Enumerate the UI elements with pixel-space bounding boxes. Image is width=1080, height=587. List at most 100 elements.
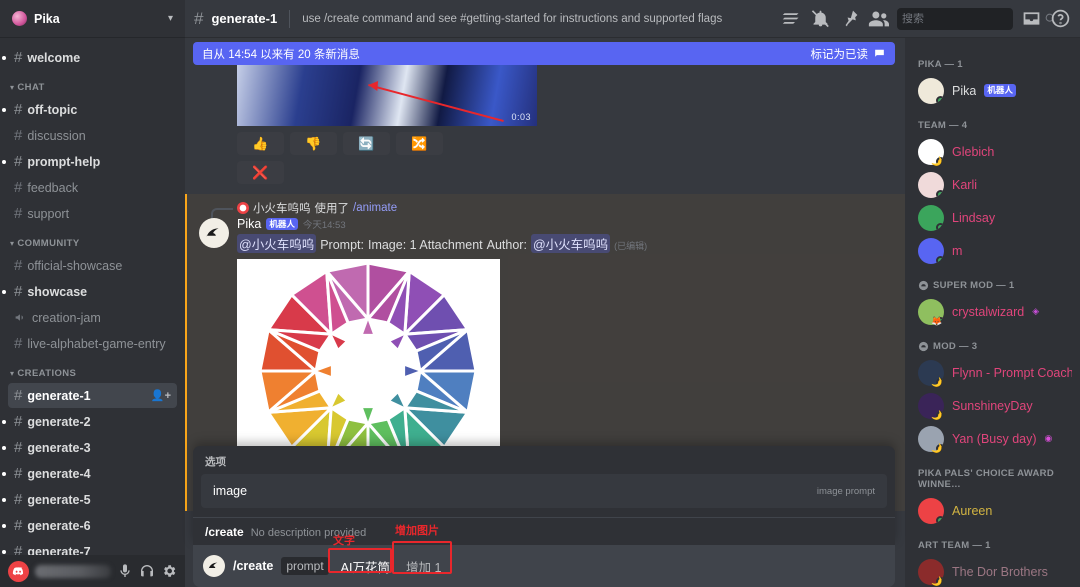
previous-attachment-preview[interactable]: 0:03 — [237, 64, 537, 126]
user-avatar[interactable] — [8, 560, 29, 582]
new-messages-banner[interactable]: 自从 14:54 以来有 20 条新消息 标记为已读 — [193, 42, 895, 65]
member-row[interactable]: 🌙 Yan (Busy day) ◉ — [905, 422, 1080, 455]
reply-command-link[interactable]: /animate — [353, 202, 397, 214]
gear-icon[interactable] — [161, 563, 177, 579]
member-group-header: MOD — 3 — [905, 328, 1080, 356]
server-header[interactable]: Pika ▾ — [0, 0, 185, 38]
member-row[interactable]: Aureen — [905, 494, 1080, 527]
sidebar-item-discussion[interactable]: # discussion — [8, 123, 177, 148]
popup-option-label: image — [213, 484, 248, 498]
channel-label: generate-3 — [27, 440, 91, 455]
microphone-icon[interactable] — [117, 563, 133, 579]
reaction-delete[interactable]: ❌ — [237, 161, 284, 184]
search-box[interactable] — [897, 7, 1056, 30]
sidebar-item-generate-2[interactable]: # generate-2 — [2, 409, 177, 434]
reaction-shuffle-emoji: 🔀 — [411, 135, 428, 151]
image-attachment-value[interactable]: 增加 1 — [402, 555, 445, 578]
members-icon[interactable] — [868, 8, 889, 29]
avatar — [918, 204, 944, 231]
sidebar-item-creation-jam[interactable]: creation-jam — [8, 305, 177, 330]
sidebar-item-official-showcase[interactable]: # official-showcase — [8, 253, 177, 278]
sidebar-item-showcase[interactable]: # showcase — [2, 279, 177, 304]
hash-icon: # — [14, 49, 23, 66]
sidebar-item-live-alphabet-game-entry[interactable]: # live-alphabet-game-entry — [8, 331, 177, 356]
category-chat[interactable]: ▾ CHAT — [0, 71, 185, 96]
unread-dot — [2, 107, 6, 112]
member-status-emoji: 🌙 — [931, 576, 943, 586]
sidebar-item-feedback[interactable]: # feedback — [8, 175, 177, 200]
mark-as-read-button[interactable]: 标记为已读 — [811, 46, 887, 62]
image-label: Image: 1 Attachment — [367, 238, 483, 252]
category-creations[interactable]: ▾ CREATIONS — [0, 357, 185, 382]
category-community[interactable]: ▾ COMMUNITY — [0, 227, 185, 252]
channel-label: welcome — [27, 50, 81, 65]
inbox-icon[interactable] — [1021, 8, 1042, 29]
member-row[interactable]: 🌙 Glebich — [905, 135, 1080, 168]
member-row[interactable]: 🌙 The Dor Brothers — [905, 555, 1080, 587]
popup-option-image[interactable]: image image prompt — [201, 474, 887, 508]
member-row[interactable]: 🦊 crystalwizard ◈ — [905, 295, 1080, 328]
user-mention[interactable]: @小火车呜呜 — [237, 234, 317, 253]
sidebar-item-generate-1[interactable]: # generate-1 👤+ — [8, 383, 177, 408]
channel-label: creation-jam — [32, 310, 101, 325]
hash-icon: # — [14, 543, 23, 555]
reaction-retry[interactable]: 🔄 — [343, 132, 390, 155]
member-row[interactable]: Karli — [905, 168, 1080, 201]
help-icon[interactable] — [1050, 8, 1071, 29]
member-name: Aureen — [952, 503, 993, 518]
popup-command-description: No description provided — [250, 527, 367, 539]
server-name: Pika — [34, 11, 60, 26]
sidebar-item-support[interactable]: # support — [8, 201, 177, 226]
member-row[interactable]: Lindsay — [905, 201, 1080, 234]
hash-icon: # — [14, 387, 23, 404]
member-row[interactable]: 🌙 SunshineyDay — [905, 389, 1080, 422]
reaction-thumbs-up[interactable]: 👍 — [237, 132, 284, 155]
member-badge-icon: ◉ — [1044, 433, 1053, 443]
author-mention[interactable]: @小火车呜呜 — [530, 234, 611, 253]
add-member-icon[interactable]: 👤+ — [151, 389, 171, 402]
hash-icon: # — [14, 517, 23, 534]
reply-username[interactable]: 小火车呜呜 — [253, 200, 311, 216]
avatar — [918, 497, 944, 524]
pin-icon[interactable] — [839, 8, 860, 29]
sidebar-item-generate-4[interactable]: # generate-4 — [2, 461, 177, 486]
sidebar-item-generate-5[interactable]: # generate-5 — [2, 487, 177, 512]
member-list: PIKA — 1 Pika 机器人 TEAM — 4 🌙 Glebich Karli Lind… — [905, 38, 1080, 587]
member-group-header: TEAM — 4 — [905, 107, 1080, 135]
member-row[interactable]: Pika 机器人 — [905, 74, 1080, 107]
prompt-text-value[interactable]: AI万花筒 — [337, 555, 394, 578]
member-status-emoji: 🌙 — [931, 377, 943, 387]
unread-dot — [2, 445, 6, 450]
headphones-icon[interactable] — [139, 563, 155, 579]
sidebar-item-generate-7[interactable]: # generate-7 — [2, 539, 177, 555]
member-row[interactable]: m — [905, 234, 1080, 267]
reaction-shuffle[interactable]: 🔀 — [396, 132, 443, 155]
sidebar-item-generate-3[interactable]: # generate-3 — [2, 435, 177, 460]
channel-label: support — [27, 206, 70, 221]
member-status-emoji: 🌙 — [931, 443, 943, 453]
member-row[interactable]: 🌙 Flynn - Prompt Coach — [905, 356, 1080, 389]
member-status-emoji: 🌙 — [931, 156, 943, 166]
channel-label: discussion — [27, 128, 86, 143]
crest-icon — [918, 341, 929, 352]
sidebar-item-prompt-help[interactable]: # prompt-help — [2, 149, 177, 174]
message-input-bar[interactable]: /create prompt AI万花筒 增加 1 — [193, 545, 895, 587]
sidebar-item-welcome[interactable]: # welcome — [2, 45, 177, 70]
category-label: CREATIONS — [17, 368, 77, 379]
author-name[interactable]: Pika — [237, 217, 261, 231]
avatar[interactable] — [199, 218, 229, 248]
prompt-label: Prompt: — [320, 238, 364, 252]
reaction-thumbs-down[interactable]: 👎 — [290, 132, 337, 155]
edited-marker: (已编辑) — [614, 241, 648, 251]
sidebar-item-generate-6[interactable]: # generate-6 — [2, 513, 177, 538]
threads-icon[interactable] — [781, 8, 802, 29]
bell-muted-icon[interactable] — [810, 8, 831, 29]
channel-label: official-showcase — [27, 258, 123, 273]
member-status-emoji: 🌙 — [931, 410, 943, 420]
channel-label: generate-5 — [27, 492, 91, 507]
channel-list: # welcome ▾ CHAT # off-topic # discussion # promp… — [0, 38, 185, 555]
unread-dot — [2, 497, 6, 502]
status-indicator — [936, 515, 944, 524]
sidebar-item-off-topic[interactable]: # off-topic — [2, 97, 177, 122]
unread-dot — [2, 523, 6, 528]
